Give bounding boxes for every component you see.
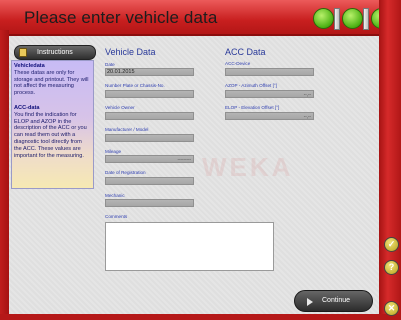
model-label: Manufacturer / Model: [105, 127, 149, 132]
mileage-unit: ---------: [177, 157, 192, 162]
date-field[interactable]: 20.01.2015: [105, 68, 194, 76]
mileage-field[interactable]: ---------: [105, 155, 194, 163]
left-frame: [0, 30, 9, 320]
help-button[interactable]: ?: [384, 260, 399, 275]
mechanic-label: Mechanic: [105, 193, 125, 198]
close-icon: ✕: [387, 303, 396, 313]
acc-data-title: ACC Data: [225, 47, 266, 57]
vehicle-data-title: Vehicle Data: [105, 47, 156, 57]
mileage-label: Mileage: [105, 149, 122, 154]
accdata-text: You find the indication for ELOP and AZO…: [14, 111, 87, 159]
vehicledata-text: These datas are only for storage and pri…: [14, 69, 89, 97]
instructions-panel: Vehicledata These datas are only for sto…: [11, 60, 94, 189]
title-bar: Please enter vehicle data: [0, 0, 401, 36]
instructions-label: Instructions: [37, 49, 73, 56]
close-button[interactable]: ✕: [384, 301, 399, 316]
comments-label: Comments: [105, 214, 128, 219]
bottom-frame: [0, 314, 401, 320]
owner-field[interactable]: [105, 112, 194, 120]
help-icon: ?: [388, 262, 395, 272]
elop-unit: --,--: [303, 114, 311, 119]
mechanic-field[interactable]: [105, 199, 194, 207]
vehicledata-heading: Vehicledata: [14, 63, 45, 69]
status-indicator-2-icon: [342, 8, 363, 29]
accdata-heading: ACC-data: [14, 104, 40, 111]
window-title: Please enter vehicle data: [24, 8, 218, 27]
registration-field[interactable]: [105, 177, 194, 185]
date-label: Date: [105, 62, 115, 67]
checkmark-icon: ✓: [387, 239, 396, 249]
acc-device-field[interactable]: [225, 68, 314, 76]
instructions-button[interactable]: Instructions: [14, 45, 96, 60]
azop-label: AZOP - Azimuth Offset [°]: [225, 83, 277, 88]
status-bar-1-icon: [334, 8, 340, 30]
acc-device-label: ACC-Device: [225, 61, 251, 66]
continue-label: Continue: [322, 297, 351, 304]
plate-label: Number Plate or Chassis-No.: [105, 83, 165, 88]
elop-field[interactable]: --,--: [225, 112, 314, 120]
arrow-right-icon: [307, 298, 313, 306]
status-bar-2-icon: [363, 8, 369, 30]
plate-field[interactable]: [105, 90, 194, 98]
ok-button[interactable]: ✓: [384, 237, 399, 252]
elop-label: ELOP - Elevation Offset [°]: [225, 105, 280, 110]
status-indicator-1-icon: [313, 8, 334, 29]
comments-textarea[interactable]: [105, 222, 274, 271]
book-icon: [19, 48, 27, 57]
owner-label: Vehicle Owner: [105, 105, 135, 110]
azop-unit: --,--: [303, 92, 311, 97]
azop-field[interactable]: --,--: [225, 90, 314, 98]
watermark-logo: WEKA: [202, 152, 294, 182]
model-field[interactable]: [105, 134, 194, 142]
continue-button[interactable]: Continue: [294, 290, 373, 312]
registration-label: Date of Registration: [105, 170, 146, 175]
